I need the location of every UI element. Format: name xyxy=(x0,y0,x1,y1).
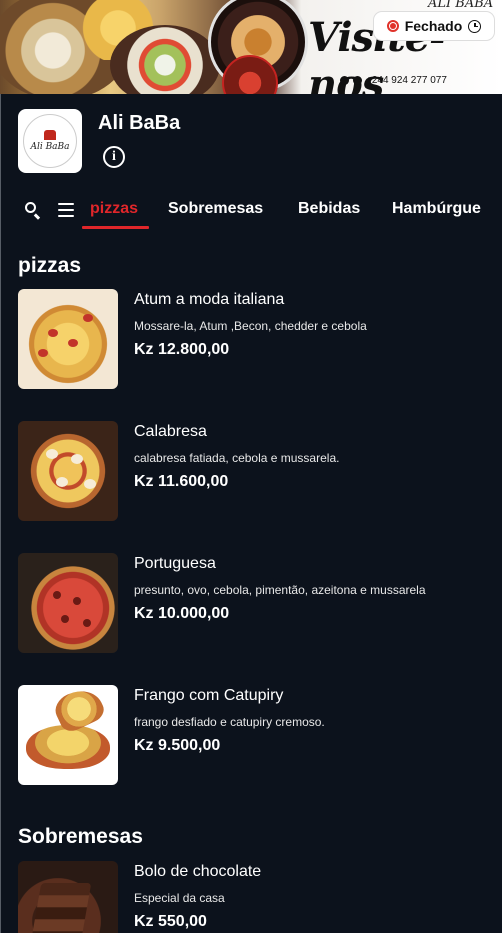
tab-sobremesas[interactable]: Sobremesas xyxy=(168,200,263,218)
menu-button[interactable] xyxy=(58,203,74,217)
whatsapp-icon xyxy=(353,76,362,85)
item-description: presunto, ovo, cebola, pimentão, azeiton… xyxy=(134,583,426,597)
category-tabs: pizzas Sobremesas Bebidas Hambúrgue xyxy=(0,192,502,232)
item-description: Especial da casa xyxy=(134,891,225,905)
section-title-pizzas: pizzas xyxy=(18,254,82,277)
item-image xyxy=(18,685,118,785)
banner-salad-image xyxy=(110,25,220,94)
status-dot-icon xyxy=(386,20,399,32)
status-badge[interactable]: Fechado xyxy=(374,12,494,40)
info-icon: i xyxy=(112,149,116,164)
item-image xyxy=(18,553,118,653)
item-price: Kz 12.800,00 xyxy=(134,341,230,358)
menu-item[interactable]: Portuguesa presunto, ovo, cebola, piment… xyxy=(18,553,498,653)
div xyxy=(26,725,110,769)
banner-brand-text: ALI BABA xyxy=(428,0,494,11)
item-name: Bolo de chocolate xyxy=(134,863,262,880)
item-description: Mossare-la, Atum ,Becon, chedder e cebol… xyxy=(134,319,367,333)
tab-hamburgueres[interactable]: Hambúrgue xyxy=(392,200,481,218)
menu-item[interactable]: Bolo de chocolate Especial da casa Kz 55… xyxy=(18,861,498,933)
logo-text: Ali BaBa xyxy=(30,142,70,152)
item-price: Kz 10.000,00 xyxy=(134,605,230,622)
tab-pizzas[interactable]: pizzas xyxy=(90,200,138,218)
item-name: Portuguesa xyxy=(134,555,216,572)
item-image xyxy=(18,289,118,389)
banner-phone-number: +244 924 277 077 xyxy=(366,75,447,86)
menu-item[interactable]: Calabresa calabresa fatiada, cebola e mu… xyxy=(18,421,498,521)
menu-icon-line xyxy=(58,215,74,217)
item-price: Kz 9.500,00 xyxy=(134,737,221,754)
section-title-sobremesas: Sobremesas xyxy=(18,825,143,848)
tab-bebidas[interactable]: Bebidas xyxy=(298,200,360,218)
item-image xyxy=(18,861,118,933)
item-description: calabresa fatiada, cebola e mussarela. xyxy=(134,451,340,465)
item-image xyxy=(18,421,118,521)
cover-banner: ALI BABA Visite-nos +244 924 277 077 Fec… xyxy=(0,0,502,94)
clock-icon xyxy=(468,19,482,33)
menu-item[interactable]: Frango com Catupiry frango desfiado e ca… xyxy=(18,685,498,785)
search-icon-handle xyxy=(34,213,41,220)
item-name: Frango com Catupiry xyxy=(134,687,284,704)
menu-page: ALI BABA Visite-nos +244 924 277 077 Fec… xyxy=(0,0,502,933)
instagram-icon xyxy=(340,76,349,85)
info-button[interactable]: i xyxy=(103,146,125,168)
menu-icon xyxy=(58,203,74,205)
menu-icon-line xyxy=(58,209,74,211)
active-tab-indicator xyxy=(82,226,149,229)
fez-hat-icon xyxy=(44,130,56,140)
item-price: Kz 11.600,00 xyxy=(134,473,229,490)
restaurant-logo: Ali BaBa xyxy=(18,109,82,173)
restaurant-name: Ali BaBa xyxy=(98,112,181,134)
item-name: Calabresa xyxy=(134,423,207,440)
menu-item[interactable]: Atum a moda italiana Mossare-la, Atum ,B… xyxy=(18,289,498,389)
search-icon xyxy=(25,202,36,213)
item-name: Atum a moda italiana xyxy=(134,291,285,308)
item-price: Kz 550,00 xyxy=(134,913,207,930)
item-description: frango desfiado e catupiry cremoso. xyxy=(134,715,325,729)
logo-emblem: Ali BaBa xyxy=(23,114,77,168)
search-button[interactable] xyxy=(25,202,43,220)
banner-phone: +244 924 277 077 xyxy=(340,75,447,86)
status-label: Fechado xyxy=(404,18,463,34)
